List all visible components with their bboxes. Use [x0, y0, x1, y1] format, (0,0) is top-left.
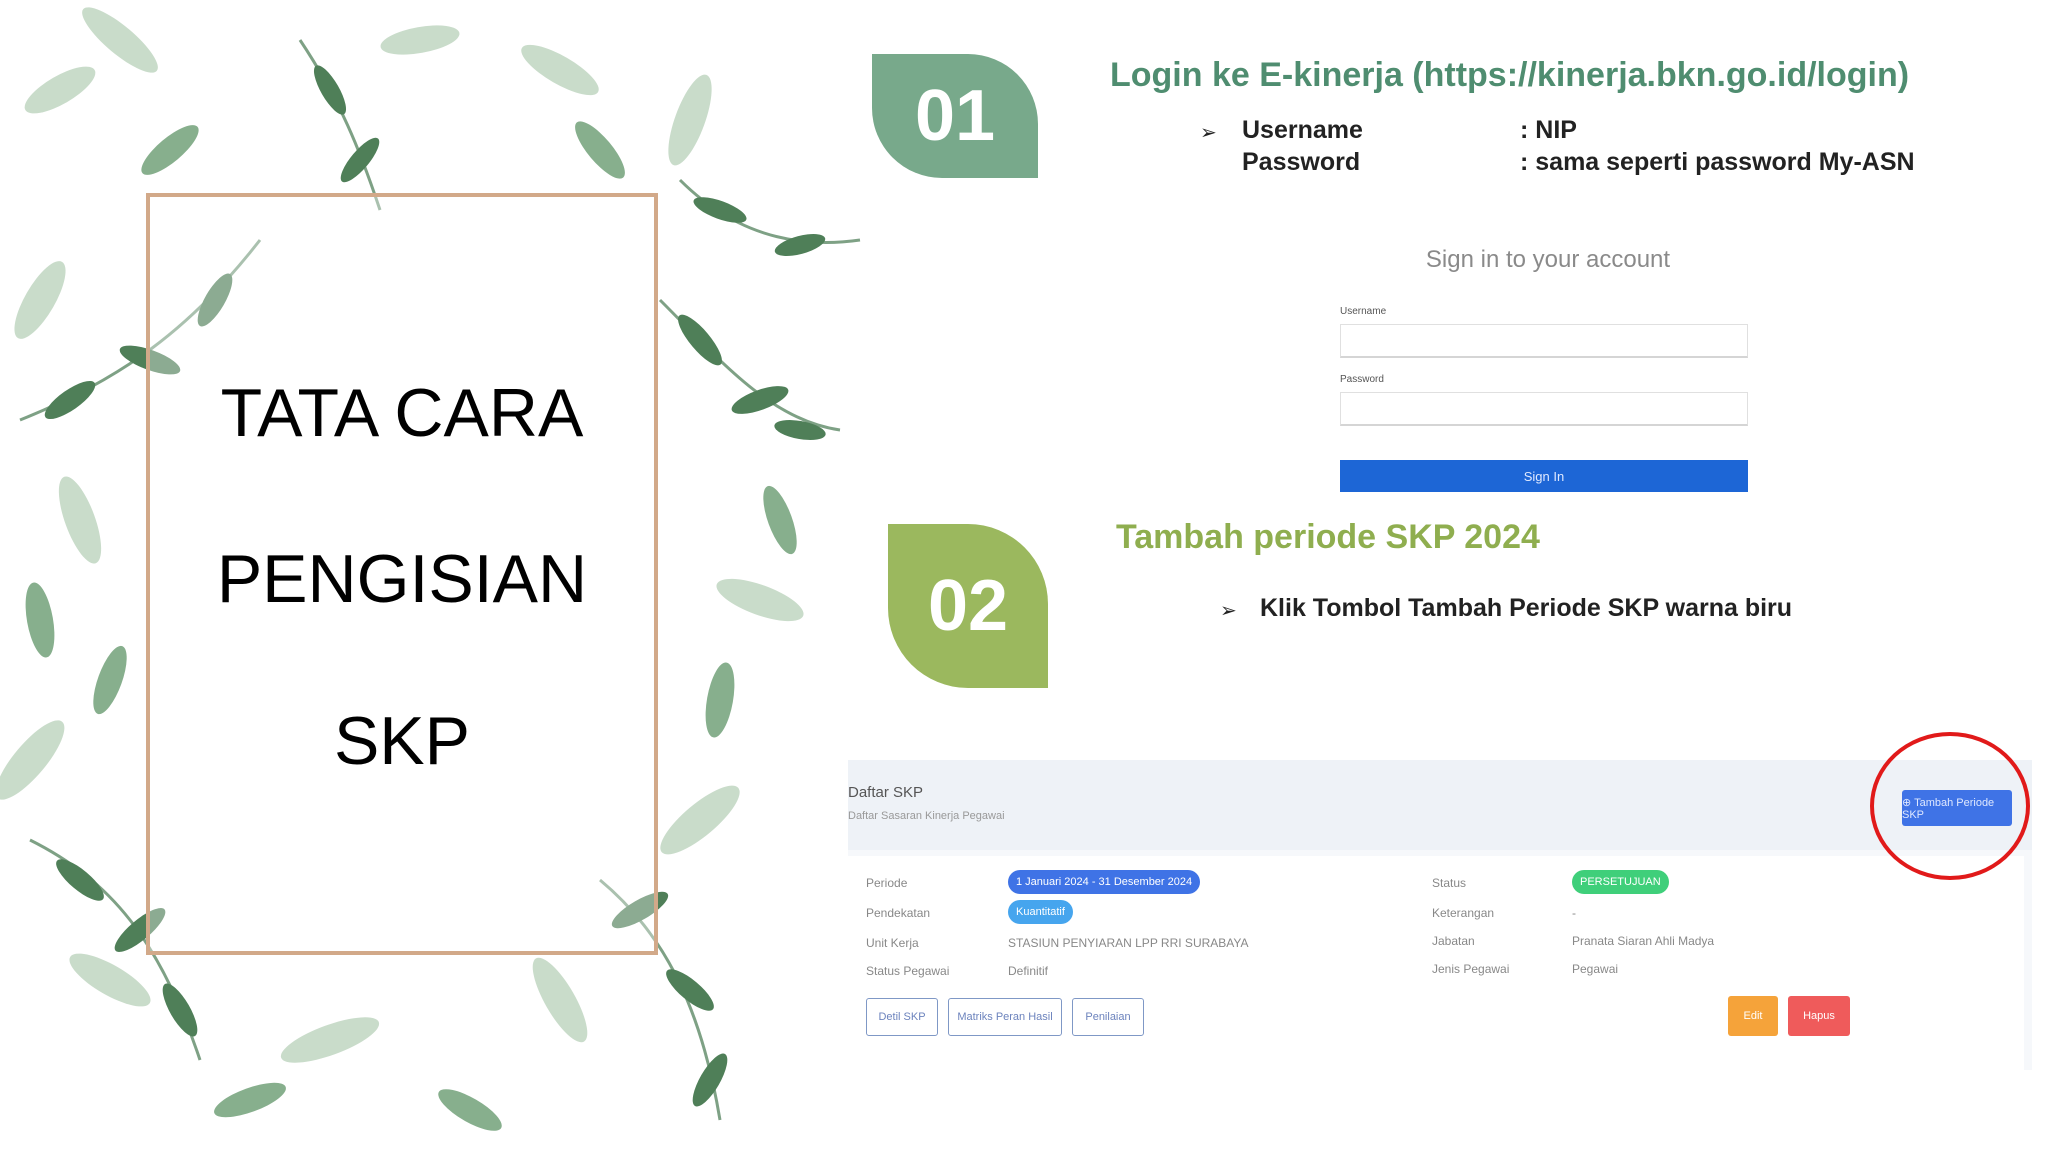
matrix-button[interactable]: Matriks Peran Hasil	[948, 998, 1062, 1036]
pendekatan-badge: Kuantitatif	[1008, 900, 1073, 924]
skp-value: Pranata Siaran Ahli Madya	[1572, 934, 1715, 948]
skp-subtitle: Daftar Sasaran Kinerja Pegawai	[848, 810, 1005, 822]
title-line-2: PENGISIAN	[216, 541, 588, 617]
title-line-3: SKP	[333, 703, 471, 779]
step-2-badge: 02	[888, 524, 1048, 688]
skp-value: Pegawai	[1572, 962, 1619, 976]
password-value: : sama seperti password My-ASN	[1520, 148, 1915, 176]
skp-value: Definitif	[1008, 964, 1049, 978]
step-1-badge: 01	[872, 54, 1038, 178]
bullet-arrow-icon: ➢	[1220, 600, 1237, 622]
detail-skp-button[interactable]: Detil SKP	[866, 998, 938, 1036]
skp-label: Jenis Pegawai	[1432, 962, 1510, 976]
skp-label: Pendekatan	[866, 906, 931, 920]
skp-list-screenshot: Daftar SKP Daftar Sasaran Kinerja Pegawa…	[848, 760, 2032, 1070]
skp-label: Unit Kerja	[866, 936, 919, 950]
login-password-label: Password	[1340, 374, 1384, 385]
skp-label: Keterangan	[1432, 906, 1495, 920]
username-value: : NIP	[1520, 116, 1577, 144]
sign-in-button[interactable]: Sign In	[1340, 460, 1748, 492]
status-badge: PERSETUJUAN	[1572, 870, 1669, 894]
login-password-field[interactable]	[1340, 392, 1748, 426]
skp-title: Daftar SKP	[848, 784, 924, 801]
login-username-label: Username	[1340, 306, 1387, 317]
assessment-button[interactable]: Penilaian	[1072, 998, 1144, 1036]
highlight-circle	[1870, 732, 2030, 880]
step-2-title: Tambah periode SKP 2024	[1116, 518, 1540, 556]
skp-value: STASIUN PENYIARAN LPP RRI SURABAYA	[1008, 936, 1249, 950]
login-screenshot: Sign in to your account Username Passwor…	[1320, 236, 1790, 498]
skp-value: -	[1572, 906, 1576, 920]
title-line-1: TATA CARA	[220, 375, 584, 451]
step-1-title: Login ke E-kinerja (https://kinerja.bkn.…	[1110, 56, 1910, 94]
username-label: Username	[1242, 116, 1363, 144]
skp-header: Daftar SKP Daftar Sasaran Kinerja Pegawa…	[848, 760, 2032, 850]
login-username-field[interactable]	[1340, 324, 1748, 358]
slide: TATA CARA PENGISIAN SKP 01 Login ke E-ki…	[0, 0, 2048, 1152]
step-2-instruction: Klik Tombol Tambah Periode SKP warna bir…	[1260, 594, 1793, 622]
skp-label: Jabatan	[1432, 934, 1475, 948]
periode-badge: 1 Januari 2024 - 31 Desember 2024	[1008, 870, 1201, 894]
skp-label: Status	[1432, 876, 1467, 890]
delete-button[interactable]: Hapus	[1788, 996, 1850, 1036]
password-label: Password	[1242, 148, 1361, 176]
bullet-arrow-icon: ➢	[1200, 122, 1217, 144]
skp-card: Periode 1 Januari 2024 - 31 Desember 202…	[848, 856, 2024, 1070]
login-heading: Sign in to your account	[1425, 246, 1671, 273]
skp-label: Status Pegawai	[866, 964, 950, 978]
skp-label: Periode	[866, 876, 908, 890]
edit-button[interactable]: Edit	[1728, 996, 1778, 1036]
